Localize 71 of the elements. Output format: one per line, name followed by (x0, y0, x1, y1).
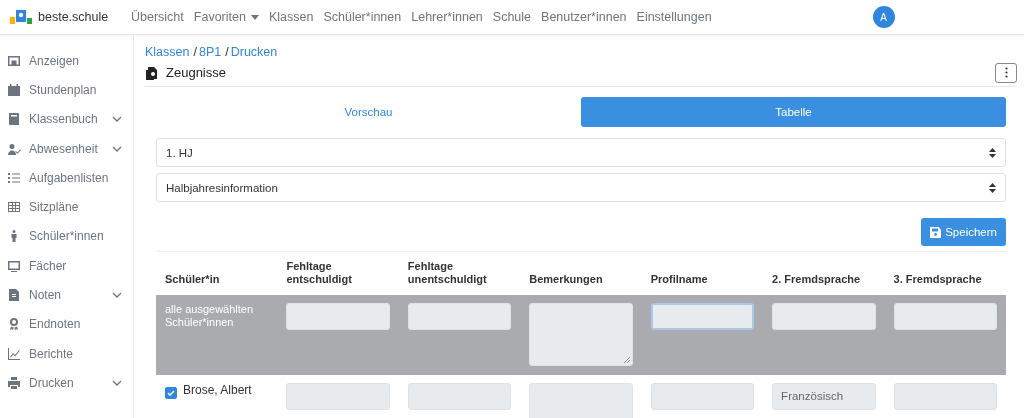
column-header: Fehltage unentschuldigt (407, 260, 487, 285)
sort-arrows-icon (989, 147, 996, 158)
input-field[interactable] (650, 303, 755, 330)
nav-link[interactable]: Benutzer*innen (541, 10, 627, 24)
column-header: Profilname (650, 273, 708, 285)
calendar-icon (7, 82, 21, 97)
book-icon (7, 112, 21, 127)
sidebar-item[interactable]: Anzeigen (0, 46, 133, 76)
input-field[interactable] (893, 383, 997, 410)
breadcrumb-link[interactable]: Drucken (230, 45, 278, 59)
nav-link[interactable]: Klassen (268, 10, 314, 24)
person-check-icon (7, 141, 21, 156)
logo-icon (10, 9, 32, 25)
nav-link[interactable]: Einstellungen (636, 10, 712, 24)
bulk-row-label: alle ausgewählten Schüler*innen (165, 303, 255, 329)
student-name: Brose, Albert (183, 383, 252, 397)
monitor-icon (7, 258, 21, 273)
award-icon (7, 317, 21, 332)
grid-icon (7, 200, 21, 215)
document-icon (7, 288, 21, 302)
nav-link[interactable]: Schüler*innen (323, 10, 402, 24)
document-icon (145, 65, 159, 80)
sidebar-item[interactable]: Endnoten (0, 309, 133, 339)
breadcrumb-link[interactable]: Klassen (145, 45, 190, 59)
nav-link[interactable]: Übersicht (131, 10, 184, 24)
input-field[interactable] (772, 303, 876, 330)
select-field[interactable]: Halbjahresinformation (156, 173, 1006, 202)
sidebar-item[interactable]: Abwesenheit (0, 133, 133, 164)
column-header: Schüler*in (165, 273, 220, 285)
user-avatar[interactable]: A (872, 6, 895, 28)
input-field[interactable]: Französisch (772, 383, 876, 410)
nav-link[interactable]: Favoriten (193, 10, 259, 24)
sidebar-item[interactable]: Drucken (0, 368, 133, 398)
input-field[interactable] (407, 383, 512, 410)
list-icon (7, 170, 21, 185)
input-field[interactable] (650, 383, 755, 410)
layout-icon (7, 53, 21, 68)
input-field[interactable] (407, 303, 512, 330)
resize-handle-icon[interactable] (623, 357, 630, 363)
breadcrumb-link[interactable]: 8P1 (198, 45, 222, 59)
tab[interactable]: Tabelle (581, 97, 1006, 127)
input-field[interactable] (893, 303, 997, 330)
brand-name[interactable]: beste.schule (38, 10, 109, 24)
page-title: Zeugnisse (166, 65, 227, 80)
sidebar-item[interactable]: Fächer (0, 251, 133, 281)
select-field[interactable]: 1. HJ (156, 138, 1006, 167)
column-header: 3. Fremdsprache (893, 273, 982, 285)
breadcrumb-separator: / (193, 45, 197, 59)
checkbox[interactable] (165, 387, 177, 399)
sort-arrows-icon (989, 182, 996, 193)
column-header: 2. Fremdsprache (772, 273, 861, 285)
printer-icon (7, 375, 21, 390)
sidebar-item[interactable]: Berichte (0, 338, 133, 369)
column-header: Bemerkungen (529, 273, 603, 285)
sidebar-item[interactable]: Sitzpläne (0, 192, 133, 222)
input-field[interactable] (286, 303, 390, 330)
more-options-button[interactable] (995, 62, 1017, 83)
more-icon (1004, 67, 1008, 78)
sidebar-item[interactable]: Aufgabenlisten (0, 163, 133, 193)
save-button[interactable]: Speichern (921, 218, 1006, 246)
chart-icon (7, 346, 21, 361)
text-area[interactable] (529, 303, 633, 366)
sidebar-item[interactable]: Noten (0, 280, 133, 310)
nav-link[interactable]: Schule (492, 10, 532, 24)
nav-link[interactable]: Lehrer*innen (411, 10, 483, 24)
sidebar-item[interactable]: Klassenbuch (0, 104, 133, 134)
input-field[interactable] (286, 383, 390, 410)
column-header: Fehltage entschuldigt (286, 260, 352, 285)
sidebar-item[interactable]: Stundenplan (0, 75, 133, 105)
breadcrumb-separator: / (225, 45, 229, 59)
sidebar-item[interactable]: Schüler*innen (0, 221, 133, 252)
